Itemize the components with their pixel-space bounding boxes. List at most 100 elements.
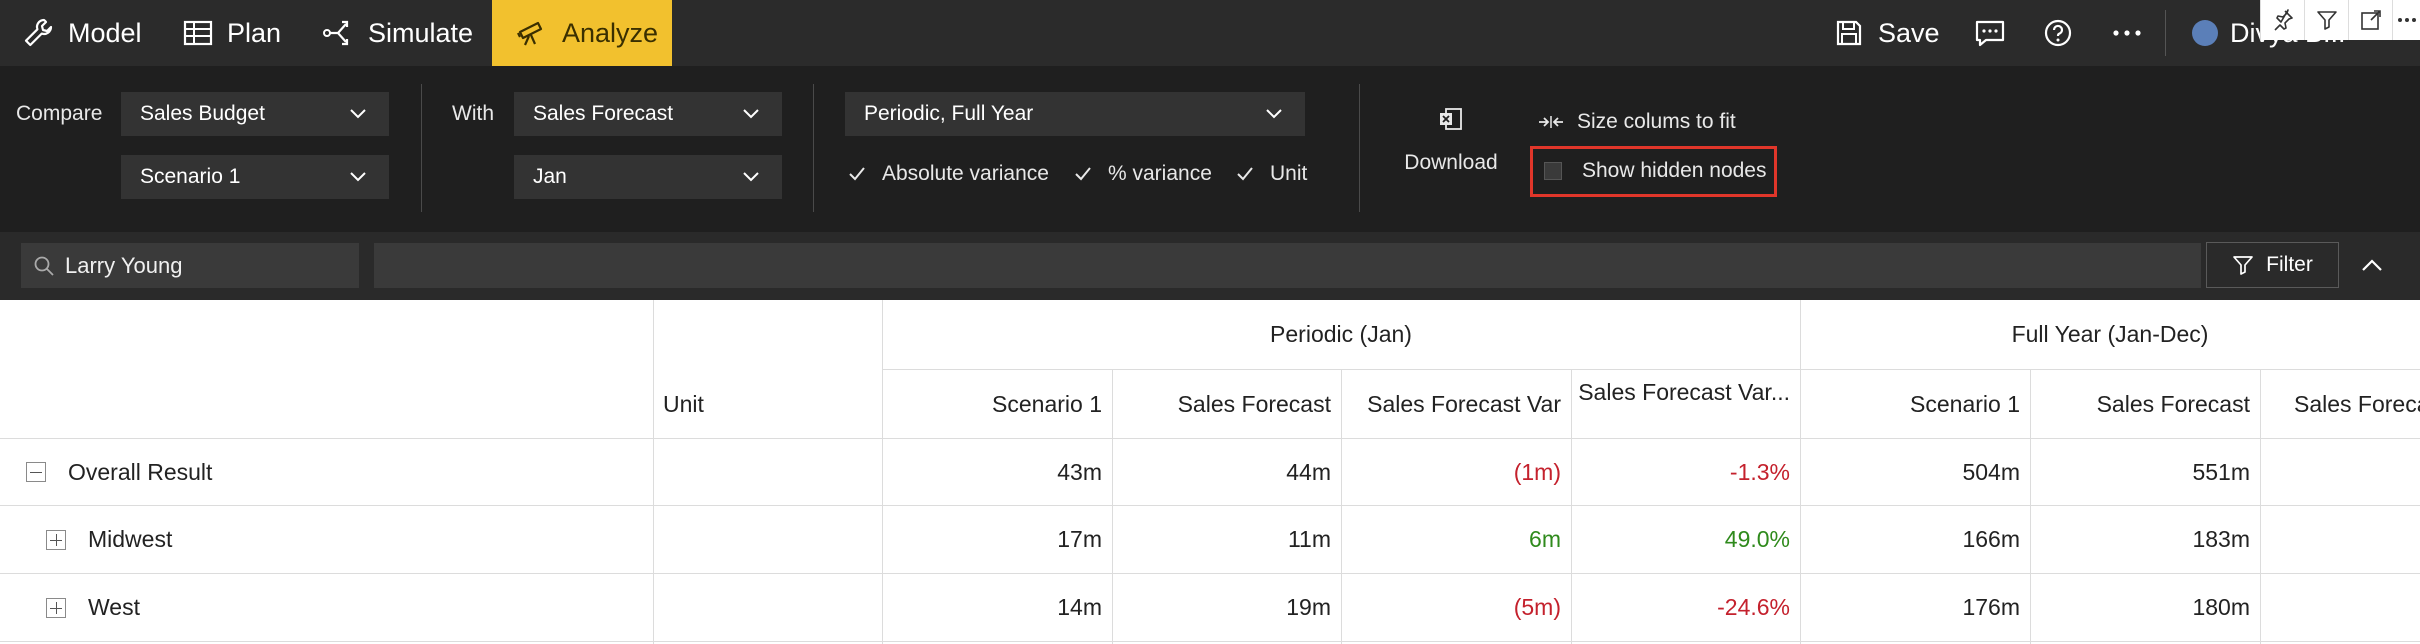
- table-cell: 19m: [1286, 594, 1331, 620]
- column-header[interactable]: Sales Forecast Var...: [1571, 358, 1800, 426]
- table-cell: 166m: [1962, 526, 2020, 552]
- table-row-label[interactable]: West: [46, 574, 646, 641]
- search-value: Larry Young: [65, 252, 183, 278]
- more-options-button[interactable]: [2112, 0, 2142, 66]
- table-cell: 43m: [1057, 458, 1102, 485]
- table-cell: -1.3%: [1729, 458, 1790, 485]
- search-row: Larry Young Filter: [0, 232, 2420, 300]
- with-version-value: Sales Forecast: [533, 102, 674, 125]
- period-mode-select[interactable]: Periodic, Full Year: [845, 92, 1305, 136]
- table-cell: 180m: [2192, 594, 2250, 620]
- visual-more-button[interactable]: [2392, 0, 2420, 40]
- filter-visual-button[interactable]: [2304, 0, 2348, 40]
- table-cell: 44m: [1286, 458, 1331, 485]
- ellipsis-icon: [2113, 30, 2141, 36]
- column-header[interactable]: Sales Forecast: [2030, 370, 2260, 438]
- collapse-panel-button[interactable]: [2349, 242, 2395, 288]
- compare-version-select[interactable]: Sales Budget: [121, 92, 389, 136]
- chevron-down-icon: [743, 172, 759, 182]
- table-cell: (5m): [1513, 594, 1561, 620]
- grid-line: [2260, 370, 2261, 644]
- table-row-label[interactable]: Midwest: [46, 506, 646, 573]
- table-cell: 551m: [2192, 458, 2250, 485]
- filter-label: Filter: [2266, 253, 2313, 276]
- table-row-label[interactable]: Overall Result: [26, 439, 646, 505]
- nav-simulate-label: Simulate: [368, 17, 474, 48]
- filter-button[interactable]: Filter: [2206, 242, 2339, 288]
- table-cell: 17m: [1057, 526, 1102, 552]
- download-label: Download: [1404, 151, 1498, 174]
- collapse-icon[interactable]: [26, 462, 46, 482]
- compare-version-value: Sales Budget: [140, 102, 265, 125]
- absolute-variance-checkbox[interactable]: Absolute variance: [848, 162, 1049, 186]
- nav-analyze[interactable]: Analyze: [492, 0, 672, 66]
- chevron-up-icon: [2362, 259, 2382, 271]
- table-cell: (1m): [1513, 458, 1561, 485]
- pin-visual-button[interactable]: [2260, 0, 2304, 40]
- table-cell: 504m: [1962, 458, 2020, 485]
- column-header[interactable]: Scenario 1: [1800, 370, 2030, 438]
- branch-icon: [323, 20, 349, 46]
- nav-plan-label: Plan: [227, 17, 282, 48]
- analysis-toolbar: Compare Sales Budget Scenario 1 With Sal…: [0, 66, 2420, 232]
- focus-mode-button[interactable]: [2348, 0, 2392, 40]
- nav-divider: [2165, 10, 2166, 56]
- toolbar-separator: [813, 84, 814, 212]
- checkmark-icon: [849, 167, 865, 181]
- with-period-select[interactable]: Jan: [514, 155, 782, 199]
- nav-model[interactable]: Model: [22, 0, 142, 66]
- column-header[interactable]: Sales Forecast Var: [1341, 370, 1571, 438]
- search-input[interactable]: Larry Young: [21, 243, 359, 288]
- search-icon: [34, 256, 54, 276]
- toolbar-separator: [421, 84, 422, 212]
- grid-line: [0, 641, 2420, 642]
- nav-simulate[interactable]: Simulate: [322, 0, 473, 66]
- chevron-down-icon: [350, 172, 366, 182]
- nav-plan[interactable]: Plan: [183, 0, 281, 66]
- absolute-variance-label: Absolute variance: [882, 162, 1049, 185]
- compare-scenario-value: Scenario 1: [140, 165, 241, 188]
- wrench-icon: [24, 18, 53, 47]
- expand-icon: [2360, 10, 2381, 30]
- excel-download-icon: [1440, 108, 1462, 130]
- highlight-annotation: [1530, 146, 1777, 197]
- variance-table: Periodic (Jan) Full Year (Jan-Dec) Unit …: [0, 300, 2420, 644]
- compare-label: Compare: [16, 102, 103, 125]
- column-header[interactable]: Scenario 1: [882, 370, 1112, 438]
- download-button[interactable]: Download: [1398, 106, 1504, 175]
- expand-icon[interactable]: [46, 529, 66, 550]
- chevron-down-icon: [743, 109, 759, 119]
- row-name: Midwest: [88, 526, 173, 552]
- row-name: Overall Result: [68, 458, 213, 485]
- fit-columns-icon: [1539, 116, 1563, 128]
- size-columns-button[interactable]: Size colums to fit: [1537, 110, 1736, 134]
- save-button[interactable]: Save: [1834, 0, 1940, 66]
- filter-expression-bar[interactable]: [374, 243, 2201, 288]
- chevron-down-icon: [1266, 109, 1282, 119]
- size-columns-label: Size colums to fit: [1577, 110, 1736, 133]
- grid-line: [653, 300, 654, 644]
- save-icon: [1836, 20, 1862, 46]
- help-button[interactable]: [2043, 0, 2073, 66]
- help-icon: [2044, 19, 2072, 47]
- table-cell: 11m: [1287, 526, 1331, 552]
- column-header-unit[interactable]: Unit: [663, 370, 863, 438]
- column-header[interactable]: Sales Forecast: [1112, 370, 1341, 438]
- chevron-down-icon: [350, 109, 366, 119]
- table-cell: 176m: [1962, 594, 2020, 620]
- with-version-select[interactable]: Sales Forecast: [514, 92, 782, 136]
- percent-variance-label: % variance: [1108, 162, 1212, 185]
- column-header[interactable]: Sales Foreca: [2294, 370, 2420, 438]
- checkmark-icon: [1237, 167, 1253, 181]
- expand-icon[interactable]: [46, 597, 66, 618]
- avatar: [2192, 20, 2218, 46]
- unit-checkbox[interactable]: Unit: [1236, 162, 1307, 186]
- funnel-icon: [2316, 11, 2337, 30]
- nav-model-label: Model: [68, 17, 142, 48]
- comments-button[interactable]: [1974, 0, 2006, 66]
- save-label: Save: [1878, 17, 1940, 48]
- toolbar-separator: [1359, 84, 1360, 212]
- comment-icon: [1975, 20, 2005, 47]
- percent-variance-checkbox[interactable]: % variance: [1074, 162, 1212, 186]
- compare-scenario-select[interactable]: Scenario 1: [121, 155, 389, 199]
